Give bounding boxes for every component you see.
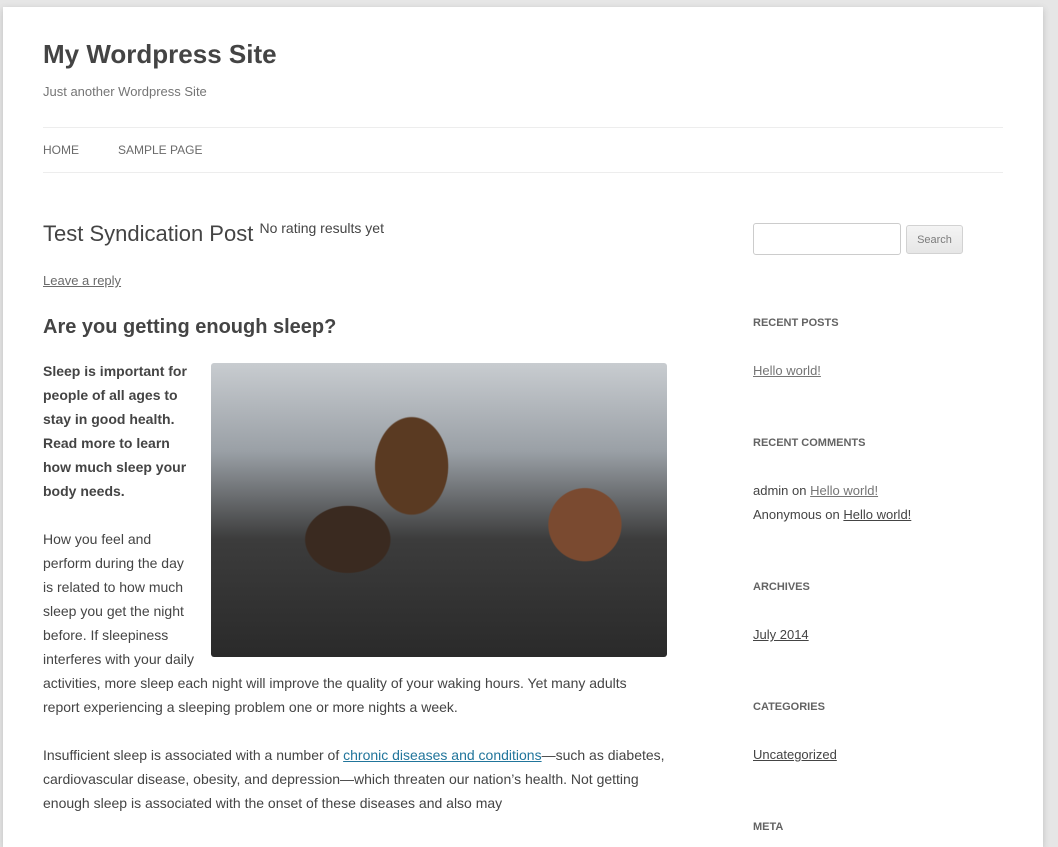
recent-comment: admin on Hello world! [753, 483, 879, 498]
category-link[interactable]: Uncategorized [753, 747, 837, 762]
widget-title-recent-comments: RECENT COMMENTS [753, 437, 866, 449]
search-button[interactable]: Search [906, 225, 963, 254]
archive-link[interactable]: July 2014 [753, 627, 809, 642]
widget-title-categories: CATEGORIES [753, 701, 825, 713]
widget-title-recent-posts: RECENT POSTS [753, 317, 839, 329]
site-tagline: Just another Wordpress Site [43, 84, 207, 99]
post-title[interactable]: Test Syndication Post [43, 221, 253, 246]
comment-post-link[interactable]: Hello world! [810, 483, 878, 498]
leave-reply-link[interactable]: Leave a reply [43, 269, 121, 293]
post-content: Test Syndication Post No rating results … [43, 219, 667, 839]
rating-text: No rating results yet [259, 220, 384, 236]
main-nav: HOME SAMPLE PAGE [43, 127, 1003, 173]
recent-comment: Anonymous on Hello world! [753, 507, 912, 522]
sleeping-people-image [211, 363, 667, 657]
site-title[interactable]: My Wordpress Site [43, 39, 277, 70]
search-input[interactable] [753, 223, 901, 255]
page: My Wordpress Site Just another Wordpress… [3, 7, 1043, 847]
widget-title-archives: ARCHIVES [753, 581, 810, 593]
widget-title-meta: META [753, 821, 784, 833]
post-heading: Are you getting enough sleep? [43, 316, 337, 338]
recent-post-link[interactable]: Hello world! [753, 363, 821, 378]
nav-sample-page[interactable]: SAMPLE PAGE [118, 143, 202, 157]
nav-home[interactable]: HOME [43, 143, 79, 157]
paragraph: Insufficient sleep is associated with a … [43, 747, 665, 811]
chronic-diseases-link[interactable]: chronic diseases and conditions [343, 747, 541, 763]
comment-post-link[interactable]: Hello world! [843, 507, 911, 522]
